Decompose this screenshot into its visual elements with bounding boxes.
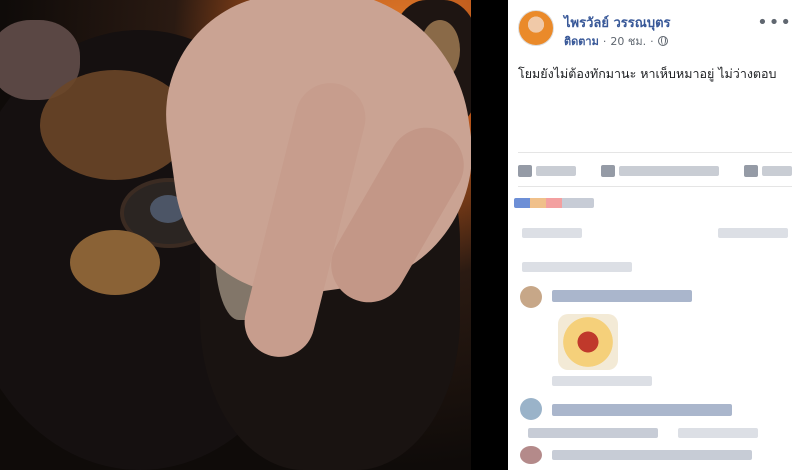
post-timestamp[interactable]: 20 ชม. [610,32,646,50]
like-button[interactable] [518,165,576,177]
comment-icon [601,165,615,177]
comment-text [552,290,692,302]
reactions-summary[interactable] [514,198,594,208]
comment-label [619,166,719,176]
comment-sticker [558,314,618,370]
avatar[interactable] [518,10,554,46]
meta-separator: · [650,34,654,48]
view-more-comments[interactable] [718,228,788,238]
comment-text [552,450,752,460]
dog-tan-marking [70,230,160,295]
comment-text [552,404,732,416]
meta-separator: · [602,34,607,48]
post-actions [518,160,792,182]
comment-button[interactable] [601,165,719,177]
like-label [536,166,576,176]
comment-count[interactable] [522,228,582,238]
avatar[interactable] [520,446,542,464]
post-text: โยมยังไม่ต้องทักมานะ หาเห็บหมาอยู่ ไม่ว่… [518,66,777,81]
post-photo[interactable] [0,0,471,470]
comment-actions[interactable] [552,376,652,386]
photo-backdrop [471,0,508,470]
globe-icon[interactable] [657,36,668,46]
follow-link[interactable]: ติดตาม [564,32,599,50]
comment-actions[interactable] [678,428,758,438]
author-name[interactable]: ไพรวัลย์ วรรณบุตร [564,12,671,33]
share-button[interactable] [744,165,792,177]
comment-sort[interactable] [522,262,632,272]
avatar[interactable] [520,398,542,420]
divider [518,186,792,187]
comment-text [528,428,658,438]
post-header: ไพรวัลย์ วรรณบุตร ติดตาม · 20 ชม. · ••• [518,10,792,50]
more-options-button[interactable]: ••• [757,14,792,32]
share-label [762,166,792,176]
post-meta: ติดตาม · 20 ชม. · [564,32,668,50]
avatar[interactable] [520,286,542,308]
divider [518,152,792,153]
share-icon [744,165,758,177]
like-icon [518,165,532,177]
post-side-panel: ไพรวัลย์ วรรณบุตร ติดตาม · 20 ชม. · ••• … [508,0,800,470]
